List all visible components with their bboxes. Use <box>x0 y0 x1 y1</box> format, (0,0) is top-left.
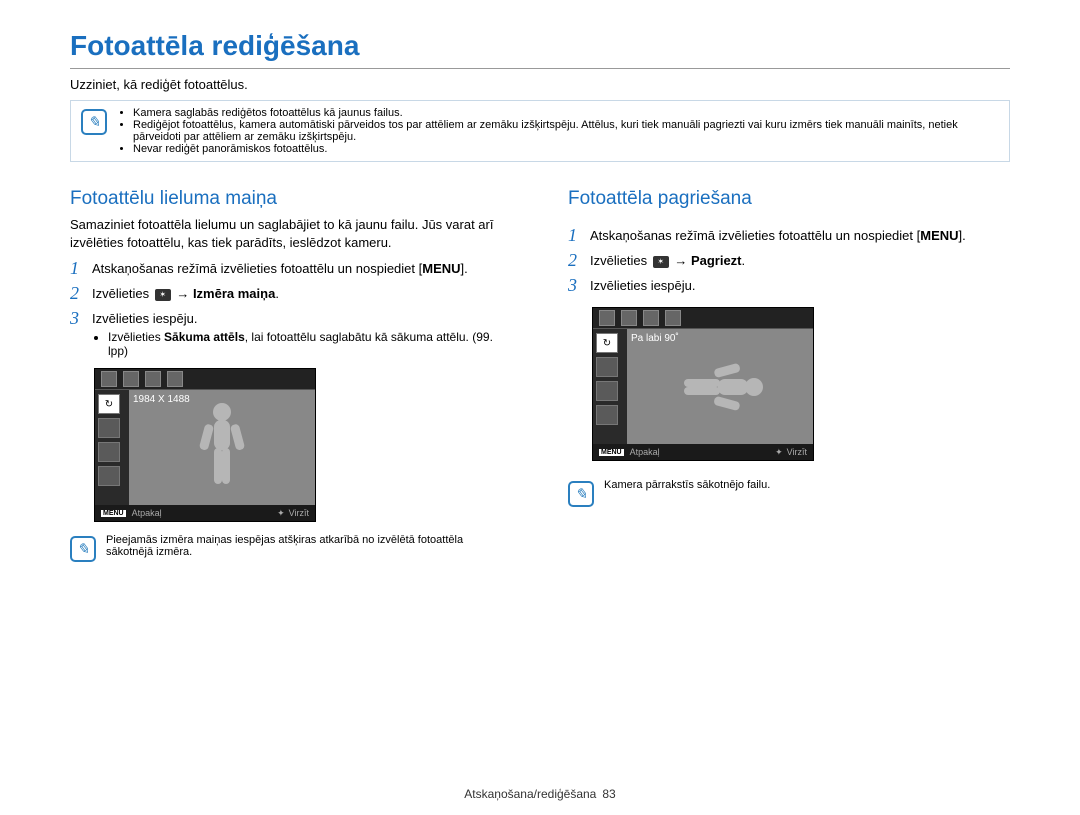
rotation-label: Pa labi 90˚ <box>631 333 679 344</box>
left-note-text: Pieejamās izmēra maiņas iespējas atšķira… <box>106 534 512 558</box>
rotate-icon: ↻ <box>98 394 120 414</box>
footer: Atskaņošana/rediģēšana83 <box>0 787 1080 801</box>
left-step-3: Izvēlieties iespēju. Izvēlieties Sākuma … <box>70 311 512 358</box>
left-body: Samaziniet fotoattēla lielumu un saglabā… <box>70 216 512 251</box>
top-note-item: Kamera saglabās rediģētos fotoattēlus kā… <box>133 107 999 119</box>
right-step-2: Izvēlieties ✶ → Pagriezt. <box>568 253 1010 268</box>
right-screenshot: ↻ Pa labi 90˚ <box>592 307 814 461</box>
right-step-1: Atskaņošanas režīmā izvēlieties fotoattē… <box>568 228 1010 243</box>
side-icon <box>596 405 618 425</box>
scroll-label: Virzīt <box>289 508 309 518</box>
toolbar-icon <box>621 310 637 326</box>
right-note-text: Kamera pārrakstīs sākotnējo failu. <box>604 479 770 491</box>
left-step-1: Atskaņošanas režīmā izvēlieties fotoattē… <box>70 261 512 276</box>
left-column: Fotoattēlu lieluma maiņa Samaziniet foto… <box>70 188 512 562</box>
toolbar-icon <box>123 371 139 387</box>
top-note-list: Kamera saglabās rediģētos fotoattēlus kā… <box>117 107 999 155</box>
right-note-box: ✎ Kamera pārrakstīs sākotnējo failu. <box>568 479 1010 507</box>
side-icon <box>98 442 120 462</box>
toolbar-icon <box>665 310 681 326</box>
side-icon <box>596 357 618 377</box>
intro-text: Uzziniet, kā rediģēt fotoattēlus. <box>70 77 1010 92</box>
note-icon: ✎ <box>70 536 96 562</box>
note-icon: ✎ <box>81 109 107 135</box>
toolbar-icon <box>599 310 615 326</box>
edit-icon: ✶ <box>155 289 171 301</box>
note-icon: ✎ <box>568 481 594 507</box>
right-section-title: Fotoattēla pagriešana <box>568 188 1010 210</box>
side-icon <box>98 466 120 486</box>
toolbar-icon <box>167 371 183 387</box>
back-label: Atpakaļ <box>630 447 660 457</box>
resolution-label: 1984 X 1488 <box>133 394 190 405</box>
left-section-title: Fotoattēlu lieluma maiņa <box>70 188 512 210</box>
top-note-box: ✎ Kamera saglabās rediģētos fotoattēlus … <box>70 100 1010 162</box>
back-label: Atpakaļ <box>132 508 162 518</box>
toolbar-icon <box>145 371 161 387</box>
toolbar-icon <box>643 310 659 326</box>
right-step-3: Izvēlieties iespēju. <box>568 278 1010 293</box>
side-icon <box>596 381 618 401</box>
right-steps: Atskaņošanas režīmā izvēlieties fotoattē… <box>568 228 1010 293</box>
left-substep: Izvēlieties Sākuma attēls, lai fotoattēl… <box>108 330 512 358</box>
toolbar-icon <box>101 371 117 387</box>
edit-icon: ✶ <box>653 256 669 268</box>
left-screenshot: ↻ 1984 X 1488 <box>94 368 316 522</box>
top-note-item: Rediģējot fotoattēlus, kamera automātisk… <box>133 119 999 143</box>
left-steps: Atskaņošanas režīmā izvēlieties fotoattē… <box>70 261 512 358</box>
side-icon <box>98 418 120 438</box>
person-lying-icon <box>670 352 770 422</box>
right-column: Fotoattēla pagriešana Atskaņošanas režīm… <box>568 188 1010 562</box>
left-note-box: ✎ Pieejamās izmēra maiņas iespējas atšķi… <box>70 534 512 562</box>
left-step-2: Izvēlieties ✶ → Izmēra maiņa. <box>70 286 512 301</box>
person-silhouette-icon <box>192 398 252 498</box>
page-title: Fotoattēla rediģēšana <box>70 30 1010 69</box>
scroll-label: Virzīt <box>787 447 807 457</box>
top-note-item: Nevar rediģēt panorāmiskos fotoattēlus. <box>133 143 999 155</box>
rotate-icon: ↻ <box>596 333 618 353</box>
